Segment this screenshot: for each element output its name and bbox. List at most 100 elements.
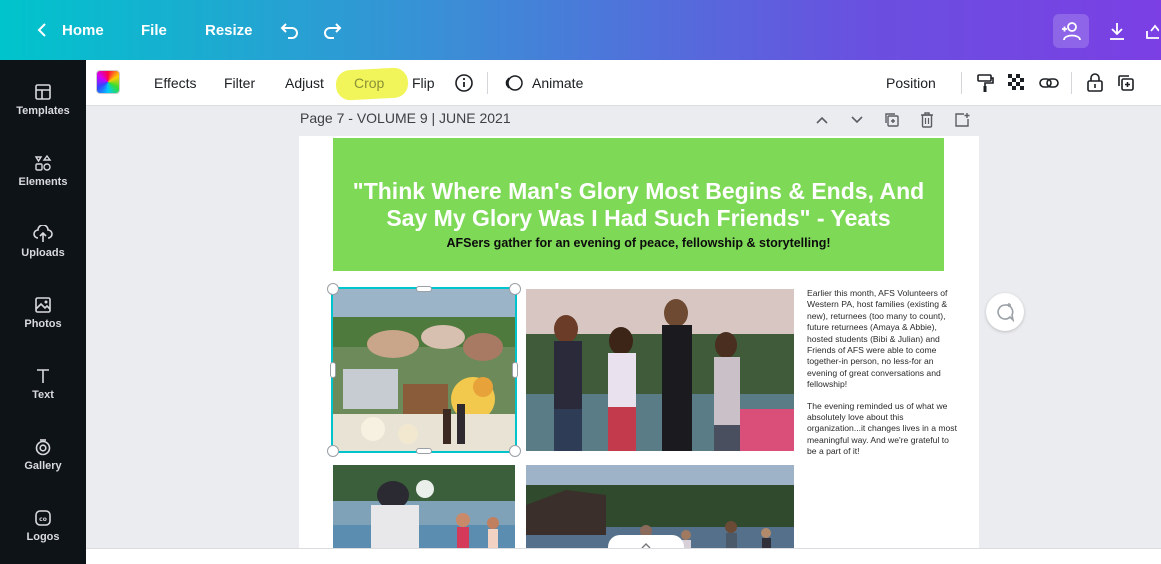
design-page[interactable]: "Think Where Man's Glory Most Begins & E… [299, 136, 979, 564]
adjust-button[interactable]: Adjust [285, 60, 324, 106]
sidebar-item-text[interactable]: Text [0, 354, 86, 414]
chevron-left-icon [37, 23, 46, 37]
resize-button[interactable]: Resize [205, 0, 253, 60]
page-down-button[interactable] [847, 110, 867, 130]
home-label: Home [62, 21, 104, 39]
effects-button[interactable]: Effects [154, 60, 197, 106]
article-text-box[interactable]: Earlier this month, AFS Volunteers of We… [807, 288, 959, 468]
photo-group-portrait[interactable] [526, 289, 794, 451]
banner-title-line-1: "Think Where Man's Glory Most Begins & E… [352, 178, 925, 204]
duplicate-icon [1118, 75, 1134, 91]
undo-button[interactable] [280, 0, 300, 60]
resize-handle-bottom-left[interactable] [327, 445, 339, 457]
chevron-up-icon [816, 116, 828, 124]
photo-party-table-image [333, 289, 515, 451]
sidebar-item-logos[interactable]: co Logos [0, 496, 86, 556]
sidebar-item-elements[interactable]: Elements [0, 141, 86, 201]
flip-label: Flip [412, 75, 435, 91]
transparency-icon [1008, 74, 1024, 90]
more-icon [1146, 24, 1159, 39]
logos-icon: co [35, 510, 51, 526]
text-icon [37, 369, 49, 383]
sidebar-item-gallery[interactable]: Gallery [0, 425, 86, 485]
file-menu[interactable]: File [141, 0, 167, 60]
delete-page-button[interactable] [917, 110, 937, 130]
animate-icon [505, 75, 523, 91]
duplicate-button[interactable] [1117, 60, 1135, 106]
article-paragraph-2: The evening reminded us of what we absol… [807, 400, 957, 457]
banner-title-line-2: Say My Glory Was I Had Such Friends" - Y… [386, 205, 891, 231]
color-picker-button[interactable] [96, 70, 120, 94]
duplicate-page-icon [885, 113, 899, 127]
filter-button[interactable]: Filter [224, 60, 255, 106]
sidebar-item-label: Elements [18, 176, 68, 188]
toolbar-divider [961, 72, 962, 94]
resize-handle-top[interactable] [416, 286, 432, 292]
duplicate-page-button[interactable] [882, 110, 902, 130]
banner-subtitle[interactable]: AFSers gather for an evening of peace, f… [333, 236, 944, 250]
canvas-workspace: Page 7 - VOLUME 9 | JUNE 2021 "Think Whe… [86, 107, 1161, 564]
link-button[interactable] [1039, 60, 1059, 106]
photo-group-portrait-image [526, 289, 794, 451]
resize-handle-bottom[interactable] [416, 448, 432, 454]
resize-handle-top-left[interactable] [327, 283, 339, 295]
position-label: Position [886, 75, 936, 91]
photos-icon [35, 297, 51, 313]
adjust-label: Adjust [285, 75, 324, 91]
header-banner[interactable]: "Think Where Man's Glory Most Begins & E… [333, 138, 944, 271]
share-button[interactable] [1053, 14, 1089, 48]
resize-handle-left[interactable] [330, 362, 336, 378]
animate-button[interactable]: Animate [504, 60, 583, 106]
lock-icon [1087, 73, 1103, 92]
sidebar-item-label: Uploads [21, 247, 65, 259]
lock-button[interactable] [1086, 60, 1104, 106]
add-page-button[interactable] [952, 110, 972, 130]
resize-handle-bottom-right[interactable] [509, 445, 521, 457]
download-icon [1110, 23, 1124, 40]
canva-editor: Home File Resize Templates Elements Uplo… [0, 0, 1161, 564]
sidebar-item-templates[interactable]: Templates [0, 70, 86, 130]
page-up-button[interactable] [812, 110, 832, 130]
redo-button[interactable] [322, 0, 342, 60]
sidebar-item-label: Gallery [24, 460, 62, 472]
photo-party-table[interactable] [331, 287, 517, 453]
position-button[interactable]: Position [886, 60, 936, 106]
elements-icon [34, 154, 52, 171]
sidebar-item-label: Logos [26, 531, 60, 543]
comment-add-icon [997, 303, 1015, 322]
toolbar-divider [487, 72, 488, 94]
link-icon [1039, 78, 1059, 88]
add-comment-button[interactable] [986, 293, 1024, 331]
resize-handle-top-right[interactable] [509, 283, 521, 295]
animate-label: Animate [532, 75, 584, 91]
info-icon [455, 74, 473, 92]
transparency-button[interactable] [1008, 60, 1026, 106]
sidebar-item-uploads[interactable]: Uploads [0, 212, 86, 272]
publish-button[interactable] [1141, 14, 1161, 48]
undo-icon [280, 23, 298, 39]
crop-label: Crop [354, 75, 385, 91]
flip-button[interactable]: Flip [412, 60, 435, 106]
chevron-down-icon [851, 116, 863, 124]
share-people-icon [1062, 22, 1081, 41]
download-button[interactable] [1099, 14, 1135, 48]
banner-title[interactable]: "Think Where Man's Glory Most Begins & E… [333, 178, 944, 232]
toolbar-divider [1071, 72, 1072, 94]
page-title: Page 7 - VOLUME 9 | JUNE 2021 [300, 110, 511, 126]
copy-style-button[interactable] [976, 60, 994, 106]
resize-handle-right[interactable] [512, 362, 518, 378]
effects-label: Effects [154, 75, 197, 91]
add-page-icon [955, 113, 970, 127]
home-button[interactable]: Home [36, 0, 104, 60]
top-bar: Home File Resize [0, 0, 1161, 60]
sidebar-item-photos[interactable]: Photos [0, 283, 86, 343]
bottom-bar [86, 548, 1161, 564]
file-label: File [141, 21, 167, 39]
article-paragraph-1: Earlier this month, AFS Volunteers of We… [807, 288, 948, 390]
crop-button[interactable]: Crop [354, 60, 384, 106]
paint-roller-icon [977, 74, 994, 92]
left-sidebar: Templates Elements Uploads Photos Text G… [0, 60, 86, 564]
svg-text:co: co [39, 516, 47, 523]
resize-label: Resize [205, 21, 253, 39]
info-button[interactable] [454, 60, 474, 106]
